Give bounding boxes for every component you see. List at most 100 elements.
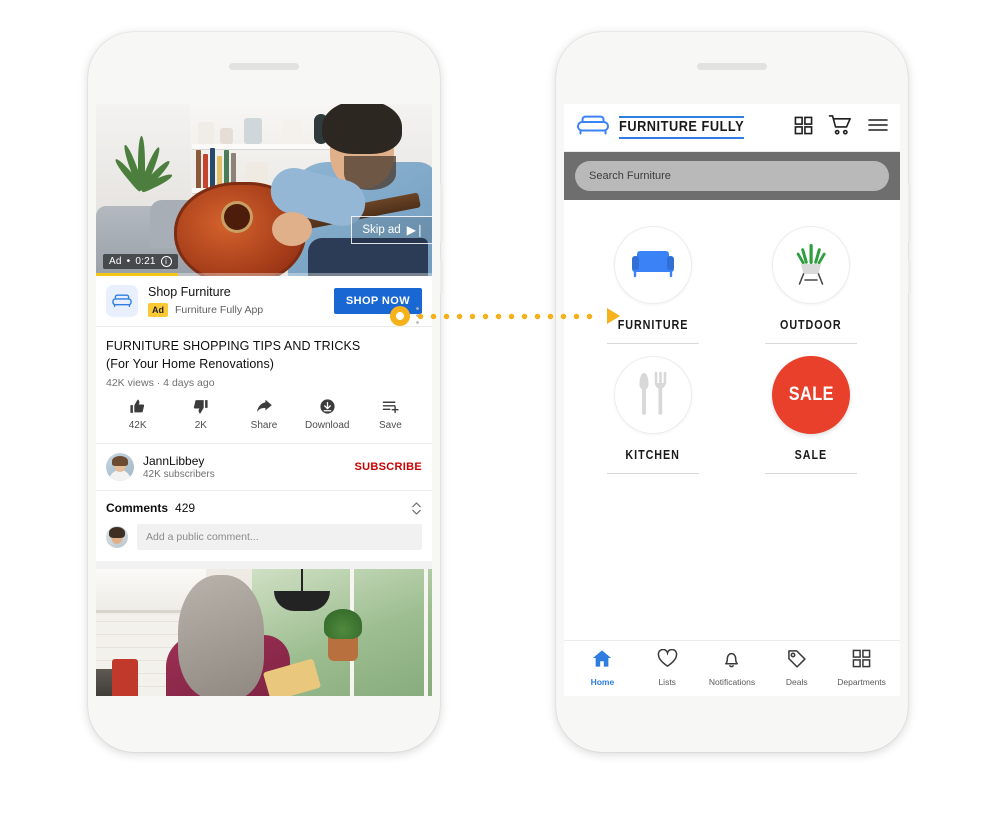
ad-banner-row[interactable]: Shop Furniture Ad Furniture Fully App SH… (96, 276, 432, 327)
subscribe-button[interactable]: SUBSCRIBE (355, 461, 423, 473)
ad-banner-title: Shop Furniture (148, 285, 231, 300)
right-phone-screen: FURNITURE FULLY Search Furniture FURNITU… (564, 104, 900, 696)
grid-icon[interactable] (794, 116, 813, 140)
brand-lockup[interactable]: FURNITURE FULLY (576, 114, 794, 141)
comments-count: 429 (175, 501, 196, 515)
store-header: FURNITURE FULLY (564, 104, 900, 152)
tag-icon (787, 649, 807, 673)
ad-badge: Ad (148, 302, 168, 317)
thumbs-down-icon (192, 398, 209, 415)
category-label: KITCHEN (625, 448, 681, 462)
sofa-icon (629, 246, 677, 285)
left-phone-mockup: Skip ad ▶❘ Ad • 0:21 i Shop Furniture Ad… (88, 32, 443, 752)
left-phone-screen: Skip ad ▶❘ Ad • 0:21 i Shop Furniture Ad… (96, 104, 432, 696)
connector-tap-ring (390, 306, 410, 326)
comparison-canvas: Skip ad ▶❘ Ad • 0:21 i Shop Furniture Ad… (0, 0, 1000, 817)
meta-separator: • (126, 256, 131, 267)
flow-connector (390, 296, 620, 338)
ad-marker-label: Ad (109, 256, 122, 267)
category-icon-wrap (772, 226, 850, 304)
nav-item-home[interactable]: Home (570, 649, 635, 687)
phone-speaker-grille (229, 63, 299, 70)
dislike-count: 2K (194, 419, 207, 431)
category-sale[interactable]: SALE SALE (732, 344, 890, 474)
category-underline (607, 473, 699, 474)
nav-item-departments[interactable]: Departments (829, 649, 894, 687)
category-outdoor[interactable]: OUTDOOR (732, 214, 890, 344)
ad-banner-text: Shop Furniture Ad Furniture Fully App (148, 285, 334, 317)
nav-label: Notifications (708, 677, 756, 687)
video-duration: 0:21 (135, 256, 156, 267)
heart-icon (657, 648, 678, 673)
grid-icon (852, 649, 871, 673)
sale-badge-icon: SALE (772, 356, 850, 434)
ad-advertiser-name: Furniture Fully App (175, 303, 264, 316)
share-icon (255, 398, 273, 415)
phone-speaker-grille (697, 63, 767, 70)
phone-side-button (908, 184, 911, 242)
decor-plant (102, 114, 180, 194)
person-hair (322, 104, 402, 154)
nav-item-notifications[interactable]: Notifications (700, 649, 765, 687)
nav-label: Home (590, 677, 615, 687)
download-icon (319, 398, 336, 415)
skip-ad-label: Skip ad (362, 224, 401, 236)
category-underline (765, 473, 857, 474)
category-icon-wrap (614, 226, 692, 304)
channel-name: JannLibbey (143, 453, 205, 468)
comments-sort-icon[interactable] (411, 501, 422, 516)
share-button[interactable]: Share (232, 398, 295, 431)
next-video-thumbnail[interactable] (96, 568, 432, 696)
nav-label: Lists (658, 677, 676, 687)
search-input[interactable] (575, 161, 889, 191)
download-button[interactable]: Download (296, 398, 359, 431)
phone-side-button-lower (440, 260, 443, 294)
comments-section: Comments 429 (96, 491, 432, 561)
video-player[interactable]: Skip ad ▶❘ Ad • 0:21 i (96, 104, 432, 276)
connector-arrow-icon (607, 308, 620, 324)
channel-avatar (106, 452, 134, 481)
skip-forward-icon: ▶❘ (406, 223, 425, 237)
right-phone-mockup: FURNITURE FULLY Search Furniture FURNITU… (556, 32, 911, 752)
video-stats: 42K views · 4 days ago (106, 376, 215, 389)
nav-item-deals[interactable]: Deals (764, 649, 829, 687)
brand-name: FURNITURE FULLY (619, 115, 745, 140)
nav-label: Departments (837, 677, 886, 687)
bottom-navigation: Home Lists Notifications Deals Departmen… (564, 640, 900, 696)
cart-icon[interactable] (828, 114, 853, 141)
fork-knife-icon (636, 371, 670, 420)
download-label: Download (304, 419, 350, 431)
user-avatar (106, 525, 128, 548)
channel-row[interactable]: JannLibbey 42K subscribers SUBSCRIBE (96, 444, 432, 491)
channel-text: JannLibbey 42K subscribers (143, 454, 355, 480)
nav-item-lists[interactable]: Lists (635, 648, 700, 687)
connector-dotted-line (414, 313, 600, 320)
section-divider (96, 560, 432, 569)
like-count: 42K (128, 419, 147, 431)
video-title-line1: FURNITURE SHOPPING TIPS AND TRICKS (106, 339, 361, 353)
dislike-button[interactable]: 2K (169, 398, 232, 431)
thumbs-up-icon (129, 398, 146, 415)
home-icon (592, 649, 612, 673)
video-info-section: FURNITURE SHOPPING TIPS AND TRICKS (For … (96, 327, 432, 444)
sofa-logo-icon (576, 114, 610, 141)
info-icon[interactable]: i (160, 256, 172, 267)
comment-input[interactable] (137, 523, 422, 550)
video-actions-bar: 42K 2K Share Download Save (106, 398, 422, 439)
skip-ad-button[interactable]: Skip ad ▶❘ (351, 216, 432, 244)
hamburger-menu-icon[interactable] (868, 118, 888, 137)
phone-side-button-lower (908, 260, 911, 294)
save-button[interactable]: Save (359, 398, 422, 431)
comment-compose-row[interactable] (96, 518, 432, 561)
share-label: Share (250, 419, 278, 431)
search-band (564, 152, 900, 200)
nav-label: Deals (785, 677, 808, 687)
video-title-line2: (For Your Home Renovations) (106, 356, 275, 371)
person-hand (272, 212, 312, 246)
kitchen-plant (324, 608, 362, 639)
category-kitchen[interactable]: KITCHEN (574, 344, 732, 474)
phone-side-button (440, 184, 443, 242)
comments-header: Comments 429 (96, 491, 432, 518)
like-button[interactable]: 42K (106, 398, 169, 431)
woman-hair (178, 574, 264, 696)
